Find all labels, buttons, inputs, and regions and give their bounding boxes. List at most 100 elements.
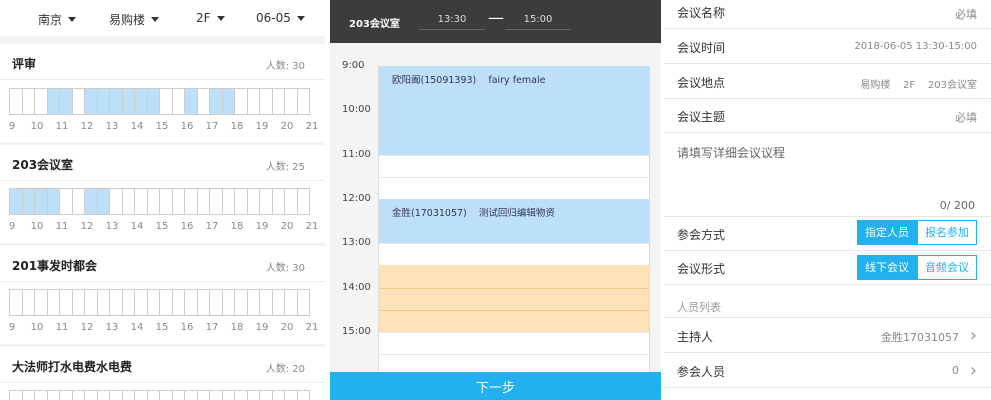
free-slot[interactable]	[247, 289, 260, 316]
mode-assigned-button[interactable]: 指定人员	[857, 220, 917, 245]
free-slot[interactable]	[247, 390, 260, 400]
free-slot[interactable]	[147, 390, 160, 400]
free-slot[interactable]	[197, 390, 210, 400]
free-slot[interactable]	[210, 289, 223, 316]
free-slot[interactable]	[297, 88, 310, 115]
busy-slot[interactable]	[85, 188, 98, 215]
free-slot[interactable]	[10, 88, 23, 115]
free-slot[interactable]	[160, 390, 173, 400]
busy-slot[interactable]	[10, 188, 23, 215]
free-slot[interactable]	[222, 289, 235, 316]
busy-slot[interactable]	[22, 188, 35, 215]
meeting-place-row[interactable]: 会议地点 易购楼 2F 203会议室	[663, 64, 991, 99]
free-slot[interactable]	[272, 390, 285, 400]
free-slot[interactable]	[122, 390, 135, 400]
start-time-field[interactable]: 13:30	[419, 14, 485, 30]
free-slot[interactable]	[185, 390, 198, 400]
free-slot[interactable]	[210, 390, 223, 400]
mode-signup-button[interactable]: 报名参加	[917, 220, 977, 245]
free-slot[interactable]	[47, 289, 60, 316]
meeting-topic-row[interactable]: 会议主题 必填	[663, 99, 991, 133]
free-slot[interactable]	[285, 289, 298, 316]
free-slot[interactable]	[235, 88, 248, 115]
free-slot[interactable]	[235, 188, 248, 215]
timeline[interactable]: 欧阳阖(15091393) fairy female 金胜(17031057) 测…	[378, 66, 650, 372]
free-slot[interactable]	[60, 188, 73, 215]
meeting-name-input[interactable]: 必填	[955, 6, 977, 22]
free-slot[interactable]	[235, 390, 248, 400]
free-slot[interactable]	[72, 188, 85, 215]
free-slot[interactable]	[85, 390, 98, 400]
room-card[interactable]: 203会议室 人数: 25 9 10 11 12 13 14 15 16 17 18 19 20 21	[0, 145, 325, 243]
free-slot[interactable]	[85, 289, 98, 316]
busy-slot[interactable]	[185, 88, 198, 115]
free-slot[interactable]	[135, 188, 148, 215]
free-slot[interactable]	[260, 289, 273, 316]
type-offline-button[interactable]: 线下会议	[857, 255, 917, 280]
floor-filter[interactable]: 2F	[196, 11, 225, 25]
busy-slot[interactable]	[135, 88, 148, 115]
busy-slot[interactable]	[97, 88, 110, 115]
free-slot[interactable]	[135, 289, 148, 316]
availability-grid[interactable]	[9, 188, 310, 215]
booked-event[interactable]: 欧阳阖(15091393) fairy female	[379, 66, 649, 155]
free-slot[interactable]	[122, 289, 135, 316]
free-slot[interactable]	[135, 390, 148, 400]
free-slot[interactable]	[222, 390, 235, 400]
free-slot[interactable]	[297, 188, 310, 215]
building-filter[interactable]: 易购楼	[109, 11, 160, 28]
next-step-button[interactable]: 下一步	[330, 372, 661, 400]
free-slot[interactable]	[160, 188, 173, 215]
free-slot[interactable]	[222, 188, 235, 215]
free-slot[interactable]	[22, 289, 35, 316]
free-slot[interactable]	[172, 390, 185, 400]
date-filter[interactable]: 06-05	[256, 11, 305, 25]
room-card[interactable]: 大法师打水电费水电费 人数: 20	[0, 347, 325, 400]
free-slot[interactable]	[185, 188, 198, 215]
busy-slot[interactable]	[97, 188, 110, 215]
free-slot[interactable]	[160, 88, 173, 115]
free-slot[interactable]	[197, 88, 210, 115]
availability-grid[interactable]	[9, 88, 310, 115]
busy-slot[interactable]	[122, 88, 135, 115]
room-card[interactable]: 201事发时都会 人数: 30 9 10 11 12 13 14 15 16 17 18 19 20 2…	[0, 246, 325, 344]
free-slot[interactable]	[172, 289, 185, 316]
free-slot[interactable]	[110, 390, 123, 400]
busy-slot[interactable]	[47, 88, 60, 115]
free-slot[interactable]	[35, 88, 48, 115]
free-slot[interactable]	[22, 88, 35, 115]
free-slot[interactable]	[247, 88, 260, 115]
free-slot[interactable]	[35, 289, 48, 316]
host-row[interactable]: 主持人 金胜17031057 ›	[663, 318, 991, 353]
free-slot[interactable]	[172, 188, 185, 215]
free-slot[interactable]	[122, 188, 135, 215]
free-slot[interactable]	[235, 289, 248, 316]
free-slot[interactable]	[160, 289, 173, 316]
free-slot[interactable]	[147, 289, 160, 316]
busy-slot[interactable]	[222, 88, 235, 115]
free-slot[interactable]	[60, 289, 73, 316]
free-slot[interactable]	[285, 390, 298, 400]
free-slot[interactable]	[272, 188, 285, 215]
free-slot[interactable]	[60, 390, 73, 400]
meeting-time-row[interactable]: 会议时间 2018-06-05 13:30-15:00	[663, 29, 991, 64]
free-slot[interactable]	[147, 188, 160, 215]
free-slot[interactable]	[272, 289, 285, 316]
free-slot[interactable]	[35, 390, 48, 400]
free-slot[interactable]	[197, 188, 210, 215]
busy-slot[interactable]	[110, 88, 123, 115]
free-slot[interactable]	[97, 390, 110, 400]
free-slot[interactable]	[172, 88, 185, 115]
meeting-detail-textarea[interactable]: 请填写详细会议议程 0/ 200	[663, 133, 991, 217]
free-slot[interactable]	[10, 289, 23, 316]
meeting-name-row[interactable]: 会议名称 必填	[663, 0, 991, 29]
type-audio-button[interactable]: 音频会议	[917, 255, 977, 280]
free-slot[interactable]	[97, 289, 110, 316]
busy-slot[interactable]	[47, 188, 60, 215]
meeting-topic-input[interactable]: 必填	[955, 109, 977, 125]
city-filter[interactable]: 南京	[38, 11, 77, 28]
free-slot[interactable]	[10, 390, 23, 400]
free-slot[interactable]	[260, 88, 273, 115]
busy-slot[interactable]	[60, 88, 73, 115]
availability-grid[interactable]	[9, 390, 310, 400]
